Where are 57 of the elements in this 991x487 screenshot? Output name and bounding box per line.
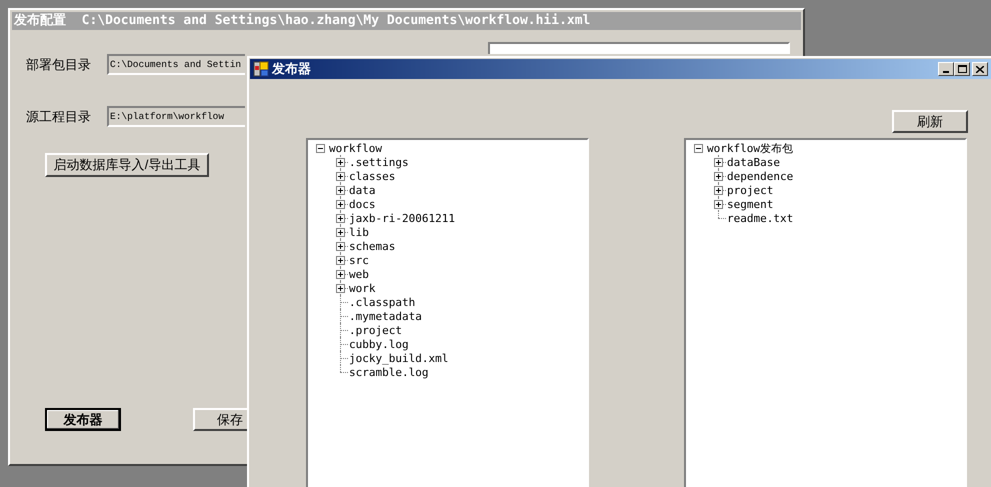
window-title: 发布器 [272, 60, 311, 78]
tree-item[interactable]: dependence [727, 170, 794, 182]
close-icon [976, 66, 984, 72]
tree-item[interactable]: src [349, 254, 369, 266]
tree-item[interactable]: .classpath [349, 296, 416, 308]
collapse-icon[interactable] [694, 144, 703, 152]
expand-icon[interactable] [336, 228, 345, 236]
tree-item[interactable]: .settings [349, 156, 409, 168]
tree-item[interactable]: jocky_build.xml [349, 352, 448, 364]
field-label: 部署包目录 [26, 56, 92, 74]
expand-icon[interactable] [714, 158, 723, 166]
expand-icon[interactable] [714, 172, 723, 180]
db-tool-button[interactable]: 启动数据库导入/导出工具 [45, 153, 209, 177]
expand-icon[interactable] [336, 256, 345, 264]
dialog-button[interactable]: 发布器 [45, 408, 121, 431]
tree-item[interactable]: classes [349, 170, 396, 182]
window-title: 发布配置 C:\Documents and Settings\hao.zhang\My Documents\workflow.hii.xml [14, 12, 590, 30]
input-field[interactable]: E:\platform\workflow [107, 106, 245, 127]
tree-item[interactable]: .mymetadata [349, 310, 422, 322]
tree-item[interactable]: segment [727, 198, 774, 210]
input-field[interactable] [488, 42, 790, 54]
tree-item[interactable]: dataBase [727, 156, 780, 168]
expand-icon[interactable] [336, 158, 345, 166]
close-button[interactable] [972, 62, 988, 76]
tree-item[interactable]: .project [349, 324, 402, 336]
tree-item[interactable]: jaxb-ri-20061211 [349, 212, 455, 224]
tree-item[interactable]: web [349, 268, 369, 280]
dialog-button[interactable]: 保存 [193, 408, 247, 431]
tree-item[interactable]: work [349, 282, 376, 294]
tree-item[interactable]: workflow发布包 [707, 142, 793, 154]
expand-icon[interactable] [336, 270, 345, 278]
refresh-button[interactable]: 刷新 [892, 110, 968, 133]
maximize-icon [958, 65, 966, 73]
minimize-button[interactable] [938, 62, 954, 76]
tree-item[interactable]: readme.txt [727, 212, 794, 224]
app-icon [253, 61, 269, 77]
maximize-button[interactable] [954, 62, 970, 76]
expand-icon[interactable] [714, 186, 723, 194]
expand-icon[interactable] [336, 214, 345, 222]
expand-icon[interactable] [336, 172, 345, 180]
minimize-icon [943, 71, 949, 73]
tree-item[interactable]: data [349, 184, 376, 196]
expand-icon[interactable] [336, 186, 345, 194]
input-field[interactable]: C:\Documents and Settin [107, 54, 245, 75]
expand-icon[interactable] [336, 284, 345, 292]
tree-item[interactable]: cubby.log [349, 338, 409, 350]
tree-item[interactable]: lib [349, 226, 369, 238]
field-label: 源工程目录 [26, 108, 92, 126]
tree-item[interactable]: scramble.log [349, 366, 428, 378]
expand-icon[interactable] [336, 242, 345, 250]
expand-icon[interactable] [336, 200, 345, 208]
tree-item[interactable]: schemas [349, 240, 396, 252]
tree-item[interactable]: docs [349, 198, 376, 210]
tree-item[interactable]: project [727, 184, 774, 196]
collapse-icon[interactable] [316, 144, 325, 152]
expand-icon[interactable] [714, 200, 723, 208]
tree-item[interactable]: workflow [329, 142, 382, 154]
